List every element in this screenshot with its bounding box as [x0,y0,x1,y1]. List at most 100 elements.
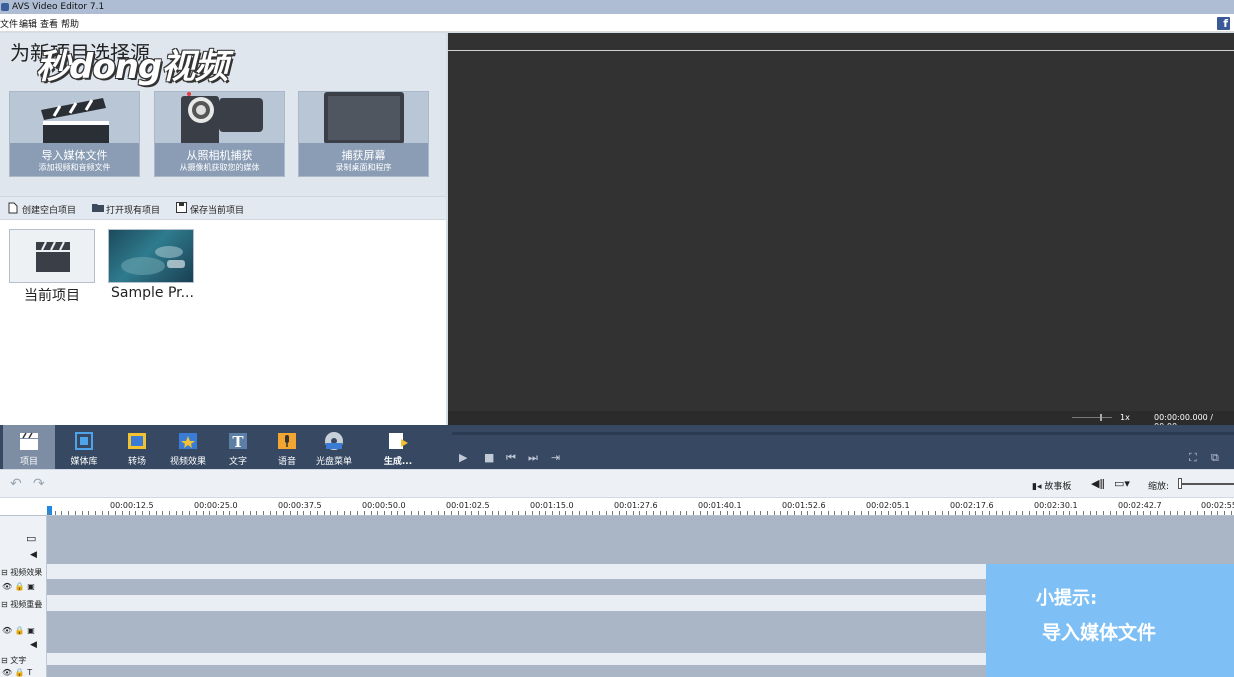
svg-text:T: T [232,433,244,451]
ruler-tick [619,511,620,515]
preview-status-bar: 1x 00:00:00.000 / 00:00 [448,411,1234,431]
capture-screen-card[interactable]: 捕获屏幕 录制桌面和程序 [298,91,429,177]
toolbar-voice-label: 语音 [277,457,296,467]
ruler-tick [176,511,177,515]
video-effects-icon [179,433,197,449]
ruler-tick [982,511,983,515]
source-panel: 为新项目选择源 秒dong视频 导入媒体文件 添加视频和音频文件 从照相机捕获 … [0,33,446,425]
playback-progress-bar[interactable] [452,432,1234,435]
prev-frame-icon[interactable]: ⏮ [506,451,516,465]
transition-icon [128,433,146,449]
zoom-slider-handle[interactable] [1178,478,1182,489]
media-library-icon [75,432,93,450]
open-project-button[interactable]: 打开现有项目 [92,203,160,216]
timeline-ruler[interactable]: 00:00:12.5 00:00:25.0 00:00:37.5 00:00:5… [0,498,1234,516]
video-track[interactable] [47,516,1234,564]
ruler-tick [451,511,452,515]
ruler-tick [1217,511,1218,515]
import-media-title: 导入媒体文件 [41,149,108,162]
ruler-tick [969,511,970,515]
ruler-tick [1056,511,1057,515]
ruler-tick [102,511,103,515]
ruler-tick [458,511,459,515]
ruler-tick [740,511,741,515]
ruler-tick [962,511,963,515]
ruler-tick [182,511,183,515]
capture-camera-card[interactable]: 从照相机捕获 从摄像机获取您的媒体 [154,91,285,177]
ruler-tick [263,511,264,515]
play-icon[interactable]: ▶ [459,451,467,464]
create-blank-project-button[interactable]: 创建空白项目 [8,202,76,216]
toolbar-produce-button[interactable]: 生成... [372,425,424,469]
ruler-label: 00:02:30.1 [1034,501,1078,510]
menu-view[interactable]: 查看 [40,17,58,30]
ruler-tick [821,511,822,515]
facebook-icon[interactable]: f [1217,17,1230,30]
ruler-tick [1110,511,1111,515]
ruler-tick [612,511,613,515]
ruler-tick [444,511,445,515]
ruler-tick [680,511,681,515]
toolbar-text-button[interactable]: T 文字 [212,425,264,469]
ruler-tick [861,511,862,515]
ruler-tick [1211,511,1212,515]
audio-mixer-icon[interactable]: ◀ǁ [1091,477,1105,490]
visibility-icon[interactable]: 👁 🔒 ▣ [2,582,35,591]
speed-slider-handle[interactable] [1100,414,1102,421]
stop-icon[interactable]: ■ [484,451,494,464]
toolbar-transition-button[interactable]: 转场 [111,425,163,469]
ruler-tick [135,511,136,515]
next-frame-icon[interactable]: ⏭ [528,451,538,465]
zoom-label: 缩放: [1148,482,1170,492]
ruler-tick [700,511,701,515]
save-project-label: 保存当前项目 [190,206,245,216]
sample-project-label[interactable]: Sample Pr... [111,285,194,301]
ruler-tick [639,511,640,515]
menu-edit[interactable]: 编辑 [19,17,37,30]
fullscreen-icon[interactable]: ⛶ [1189,451,1197,465]
ruler-tick [888,511,889,515]
ruler-tick [660,511,661,515]
display-mode-icon[interactable]: ▭▾ [1114,477,1130,490]
ruler-label: 00:01:15.0 [530,501,574,510]
speed-slider[interactable] [1072,417,1112,418]
sample-project-thumbnail[interactable] [108,229,194,283]
toolbar-disc-menu-button[interactable]: 光盘菜单 [308,425,360,469]
toolbar-voice-button[interactable]: 语音 [261,425,313,469]
toolbar-video-effects-button[interactable]: 视频效果 [162,425,214,469]
import-media-card[interactable]: 导入媒体文件 添加视频和音频文件 [9,91,140,177]
project-actions-bar: 创建空白项目 打开现有项目 保存当前项目 [0,196,446,220]
menu-help[interactable]: 帮助 [61,17,79,30]
zoom-slider[interactable] [1178,483,1234,485]
ruler-tick [418,511,419,515]
ruler-tick [626,511,627,515]
ruler-tick [780,511,781,515]
ruler-tick [149,511,150,515]
redo-icon[interactable]: ↷ [33,476,45,492]
save-project-button[interactable]: 保存当前项目 [176,202,245,216]
tip-body: 导入媒体文件 [1042,622,1157,644]
ruler-tick [203,511,204,515]
current-project-label[interactable]: 当前项目 [24,285,80,305]
visibility-icon[interactable]: 👁 🔒 T [2,668,32,677]
ruler-tick [895,511,896,515]
ruler-tick [1116,511,1117,515]
ruler-tick [754,511,755,515]
menu-file[interactable]: 文件 [0,17,18,30]
audio-track-icon: ◀ [30,550,37,560]
ruler-tick [814,511,815,515]
toolbar-project-button[interactable]: 项目 [3,425,55,469]
ruler-tick [216,511,217,515]
ruler-tick [733,511,734,515]
storyboard-button[interactable]: ▮◂ 故事板 [1032,479,1071,492]
toolbar-media-library-button[interactable]: 媒体库 [58,425,110,469]
text-icon: T [229,433,247,451]
ruler-tick [955,511,956,515]
undo-icon[interactable]: ↶ [10,476,22,492]
video-preview[interactable] [448,33,1234,411]
current-project-thumbnail[interactable] [9,229,95,283]
ruler-label: 00:01:52.6 [782,501,826,510]
snapshot-icon[interactable]: ⧉ [1211,451,1219,465]
forward-icon[interactable]: ⇥ [551,451,560,464]
visibility-icon[interactable]: 👁 🔒 ▣ [2,626,35,635]
